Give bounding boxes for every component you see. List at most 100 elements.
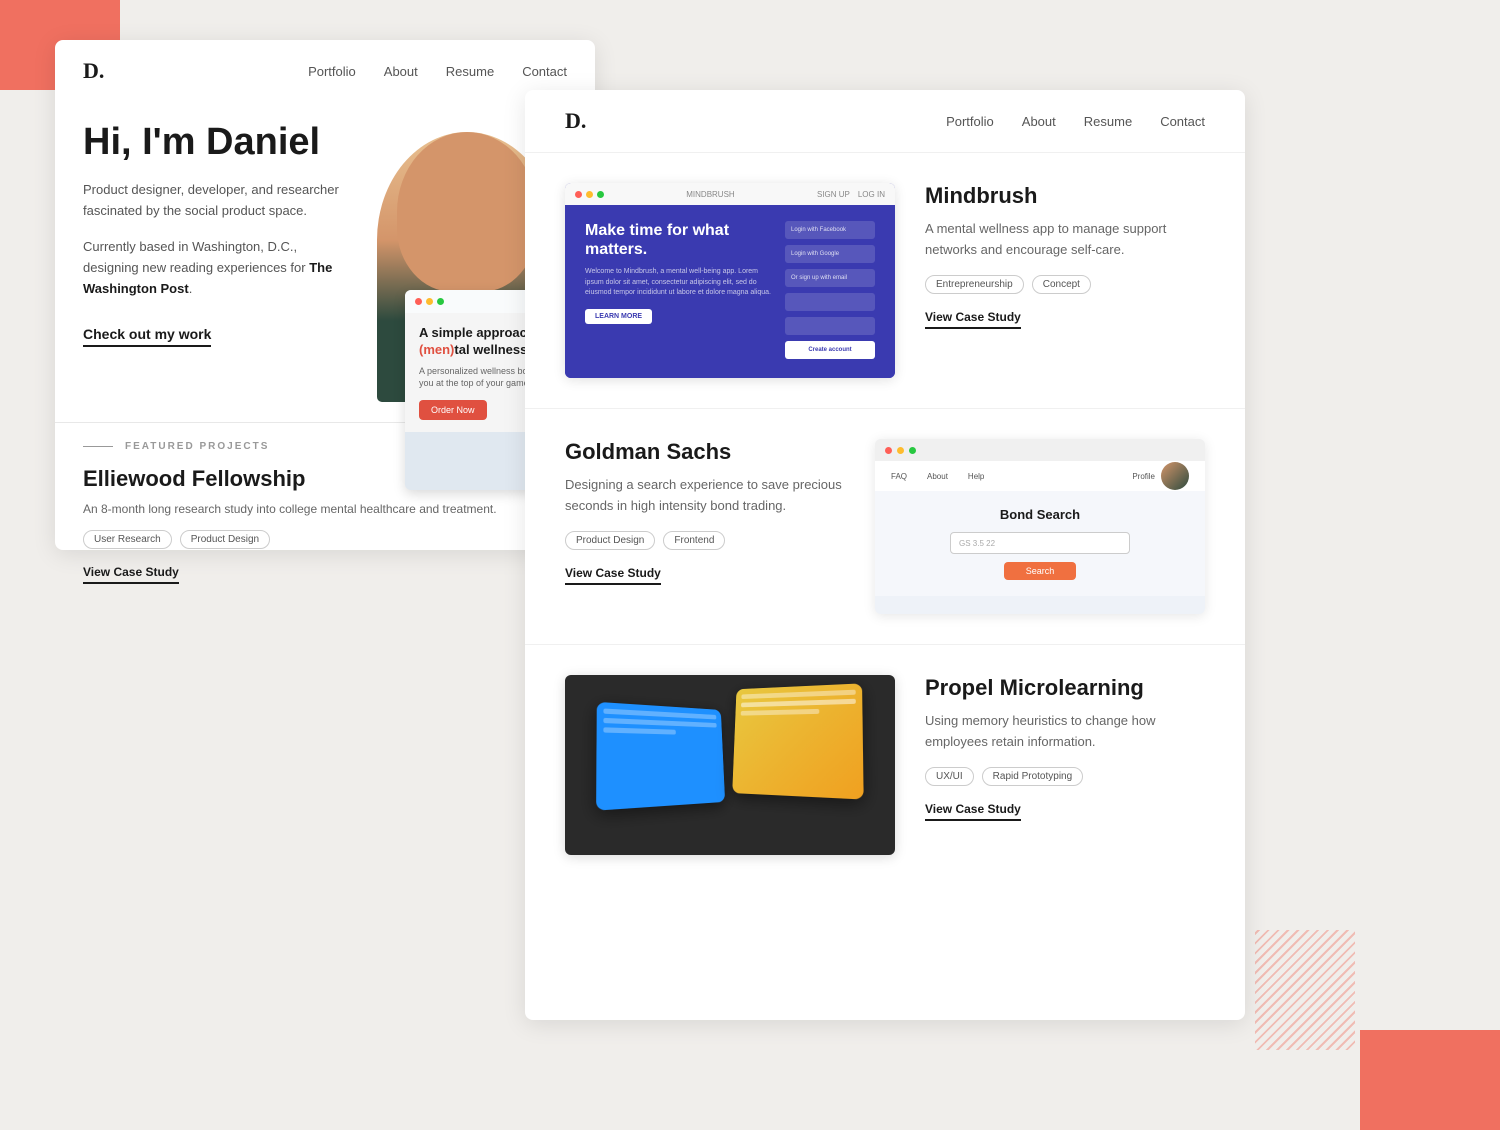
mindbrush-right: Login with Facebook Login with Google Or… — [785, 221, 875, 362]
mindbrush-section: MINDBRUSH SIGN UP LOG IN Make time for w… — [525, 153, 1245, 409]
tag-rapid-proto: Rapid Prototyping — [982, 767, 1084, 786]
nav-portfolio-back[interactable]: Portfolio — [308, 64, 356, 79]
mindbrush-body: Make time for what matters. Welcome to M… — [565, 205, 895, 378]
mindbrush-google-field: Login with Google — [785, 245, 875, 263]
goldman-screenshot: FAQ About Help Profile Bond Search GS 3.… — [875, 439, 1205, 614]
tag-entrepreneurship: Entrepreneurship — [925, 275, 1024, 294]
propel-info: Propel Microlearning Using memory heuris… — [925, 675, 1205, 821]
mindbrush-cta[interactable]: View Case Study — [925, 310, 1021, 329]
propel-title: Propel Microlearning — [925, 675, 1205, 701]
goldman-search-value: GS 3.5 22 — [959, 539, 995, 548]
nav-resume-front[interactable]: Resume — [1084, 114, 1132, 129]
goldman-search-btn-wrap: Search — [895, 562, 1185, 580]
mindbrush-left: Make time for what matters. Welcome to M… — [585, 221, 771, 362]
deco-coral-bottom-right — [1360, 1030, 1500, 1130]
mindbrush-dots — [575, 191, 604, 198]
mindbrush-email-input[interactable] — [785, 293, 875, 311]
gs-nav-profile[interactable]: Profile — [1132, 472, 1155, 481]
gs-nav-faq[interactable]: FAQ — [891, 472, 907, 481]
phone-front-screen — [732, 683, 863, 799]
goldman-tags: Product Design Frontend — [565, 531, 845, 550]
goldman-title: Goldman Sachs — [565, 439, 845, 465]
mindbrush-summary: A mental wellness app to manage support … — [925, 219, 1205, 261]
mindbrush-info: Mindbrush A mental wellness app to manag… — [925, 183, 1205, 329]
gs-profile-avatar — [1161, 462, 1189, 490]
portfolio-card-back: D. Portfolio About Resume Contact Hi, I'… — [55, 40, 595, 550]
phone-container — [600, 685, 860, 845]
phone-back-screen — [596, 702, 725, 811]
portrait-face — [397, 132, 537, 292]
gs-dot-red — [885, 447, 892, 454]
propel-cta[interactable]: View Case Study — [925, 802, 1021, 821]
goldman-search-bar[interactable]: GS 3.5 22 — [950, 532, 1130, 554]
elliewood-tags: User Research Product Design — [83, 530, 567, 549]
nav-bar-back: D. Portfolio About Resume Contact — [55, 40, 595, 102]
mindbrush-fb-field: Login with Facebook — [785, 221, 875, 239]
goldman-info: Goldman Sachs Designing a search experie… — [565, 439, 845, 585]
nav-contact-front[interactable]: Contact — [1160, 114, 1205, 129]
dot-red — [415, 298, 422, 305]
mindbrush-headline: Make time for what matters. — [585, 221, 771, 259]
tag-user-research: User Research — [83, 530, 172, 549]
goldman-cta[interactable]: View Case Study — [565, 566, 661, 585]
mb-dot-green — [597, 191, 604, 198]
gs-nav-about[interactable]: About — [927, 472, 948, 481]
nav-resume-back[interactable]: Resume — [446, 64, 494, 79]
mindbrush-create-btn[interactable]: Create account — [785, 341, 875, 359]
nav-contact-back[interactable]: Contact — [522, 64, 567, 79]
nav-links-back: Portfolio About Resume Contact — [308, 64, 567, 79]
goldman-search-title: Bond Search — [895, 507, 1185, 522]
hero-bio1: Product designer, developer, and researc… — [83, 180, 347, 222]
mindbrush-mockup: MINDBRUSH SIGN UP LOG IN Make time for w… — [565, 183, 895, 378]
tag-product-design-gs: Product Design — [565, 531, 655, 550]
snippet-order-btn[interactable]: Order Now — [419, 400, 487, 420]
propel-summary: Using memory heuristics to change how em… — [925, 711, 1205, 753]
hero-bio2: Currently based in Washington, D.C., des… — [83, 237, 347, 299]
goldman-browser-top — [875, 439, 1205, 461]
mindbrush-title: Mindbrush — [925, 183, 1205, 209]
mindbrush-pass-input[interactable] — [785, 317, 875, 335]
phone-back — [596, 702, 725, 811]
mindbrush-email-label: Or sign up with email — [785, 269, 875, 287]
nav-about-front[interactable]: About — [1022, 114, 1056, 129]
mindbrush-project: MINDBRUSH SIGN UP LOG IN Make time for w… — [565, 183, 1205, 378]
gs-dot-green — [909, 447, 916, 454]
nav-portfolio-front[interactable]: Portfolio — [946, 114, 994, 129]
hero-text: Hi, I'm Daniel Product designer, develop… — [83, 122, 347, 347]
goldman-summary: Designing a search experience to save pr… — [565, 475, 845, 517]
tag-product-design: Product Design — [180, 530, 270, 549]
elliewood-cta[interactable]: View Case Study — [83, 565, 179, 584]
mindbrush-brand-label: MINDBRUSH — [686, 190, 734, 199]
logo-front: D. — [565, 108, 586, 134]
hero-cta-link[interactable]: Check out my work — [83, 326, 211, 347]
goldman-section: Goldman Sachs Designing a search experie… — [525, 409, 1245, 645]
goldman-body: Bond Search GS 3.5 22 Search — [875, 491, 1205, 596]
phone-front — [732, 683, 863, 799]
propel-tags: UX/UI Rapid Prototyping — [925, 767, 1205, 786]
mindbrush-body-text: Welcome to Mindbrush, a mental well-bein… — [585, 267, 771, 299]
mb-dot-red — [575, 191, 582, 198]
gs-dot-yellow — [897, 447, 904, 454]
nav-about-back[interactable]: About — [384, 64, 418, 79]
mindbrush-browser-top: MINDBRUSH SIGN UP LOG IN — [565, 183, 895, 205]
tag-concept: Concept — [1032, 275, 1091, 294]
logo-back: D. — [83, 58, 104, 84]
mindbrush-screenshot: MINDBRUSH SIGN UP LOG IN Make time for w… — [565, 183, 895, 378]
goldman-search-button[interactable]: Search — [1004, 562, 1077, 580]
mindbrush-tags: Entrepreneurship Concept — [925, 275, 1205, 294]
mb-dot-yellow — [586, 191, 593, 198]
tag-frontend: Frontend — [663, 531, 725, 550]
tag-ux-ui: UX/UI — [925, 767, 974, 786]
dot-yellow — [426, 298, 433, 305]
propel-section: Propel Microlearning Using memory heuris… — [525, 645, 1245, 885]
deco-stripe — [1255, 930, 1355, 1050]
dot-green — [437, 298, 444, 305]
portfolio-card-front: D. Portfolio About Resume Contact — [525, 90, 1245, 1020]
nav-links-front: Portfolio About Resume Contact — [946, 114, 1205, 129]
nav-bar-front: D. Portfolio About Resume Contact — [525, 90, 1245, 153]
elliewood-desc: An 8-month long research study into coll… — [83, 500, 567, 518]
propel-screenshot — [565, 675, 895, 855]
mindbrush-cta-btn[interactable]: LEARN MORE — [585, 309, 652, 324]
gs-nav-help[interactable]: Help — [968, 472, 984, 481]
goldman-nav: FAQ About Help Profile — [875, 461, 1205, 491]
